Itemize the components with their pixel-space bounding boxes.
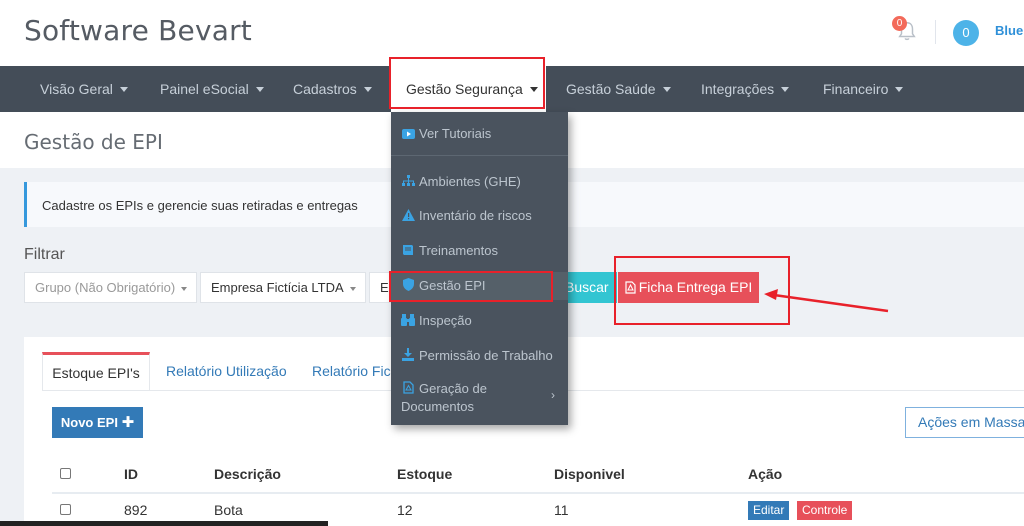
header-divider: [935, 20, 936, 44]
cell-descricao: Bota: [214, 502, 243, 518]
select-all-checkbox[interactable]: [60, 468, 71, 479]
file-pdf-icon: [625, 281, 636, 294]
controle-button[interactable]: Controle: [797, 501, 853, 520]
download-icon: [401, 344, 415, 370]
grupo-select[interactable]: Grupo (Não Obrigatório): [24, 272, 197, 303]
warning-icon: [401, 204, 415, 230]
horizontal-scrollbar[interactable]: [0, 521, 328, 526]
ficha-entrega-label: Ficha Entrega EPI: [638, 279, 753, 295]
menu-item-ambientes[interactable]: Ambientes (GHE): [391, 169, 568, 195]
caret-down-icon: [363, 86, 372, 92]
plus-icon: ✚: [121, 414, 135, 431]
caret-down-icon: [529, 86, 538, 92]
binoculars-icon: [401, 309, 415, 335]
cell-estoque: 12: [397, 502, 413, 518]
novo-epi-button[interactable]: Novo EPI ✚: [52, 407, 143, 438]
chevron-right-icon: ›: [551, 388, 555, 402]
main-nav: Visão Geral Painel eSocial Cadastros Ges…: [0, 66, 1024, 112]
nav-integracoes[interactable]: Integrações: [701, 66, 790, 112]
acoes-em-massa-label: Ações em Massa: [918, 414, 1024, 430]
caret-down-icon: [895, 86, 904, 92]
gestao-seguranca-dropdown: Ver Tutoriais Ambientes (GHE) Inventário…: [391, 112, 568, 425]
menu-item-treinamentos[interactable]: Treinamentos: [391, 238, 568, 264]
nav-label: Painel eSocial: [160, 81, 249, 97]
nav-gestao-saude[interactable]: Gestão Saúde: [566, 66, 671, 112]
nav-label: Gestão Saúde: [566, 81, 656, 97]
col-header-id[interactable]: ID: [124, 466, 138, 482]
user-count-badge[interactable]: 0: [953, 20, 979, 46]
menu-item-label: Permissão de Trabalho: [419, 348, 553, 363]
annotation-arrow: [764, 289, 889, 313]
novo-epi-label: Novo EPI: [60, 415, 118, 430]
menu-item-inventario-riscos[interactable]: Inventário de riscos: [391, 203, 568, 229]
user-name[interactable]: Blue: [995, 23, 1023, 38]
col-header-acao: Ação: [748, 466, 783, 482]
caret-down-icon: [181, 286, 188, 291]
editar-button[interactable]: Editar: [748, 501, 790, 520]
caret-down-icon: [255, 86, 264, 92]
col-header-descricao[interactable]: Descrição: [214, 466, 281, 482]
nav-label: Cadastros: [293, 81, 357, 97]
menu-item-permissao-trabalho[interactable]: Permissão de Trabalho: [391, 343, 568, 369]
filter-label: Filtrar: [24, 246, 65, 263]
nav-label: Visão Geral: [40, 81, 113, 97]
third-select-text: E: [380, 280, 389, 295]
menu-item-ver-tutoriais[interactable]: Ver Tutoriais: [391, 121, 568, 147]
empresa-select[interactable]: Empresa Fictícia LTDA: [200, 272, 366, 303]
ficha-entrega-button[interactable]: Ficha Entrega EPI: [618, 272, 759, 303]
cell-id: 892: [124, 502, 148, 518]
caret-down-icon: [119, 86, 128, 92]
menu-item-inspecao[interactable]: Inspeção: [391, 308, 568, 334]
caret-down-icon: [781, 86, 790, 92]
col-header-disponivel[interactable]: Disponivel: [554, 466, 625, 482]
brand-title[interactable]: Software Bevart: [24, 14, 252, 47]
alert-text: Cadastre os EPIs e gerencie suas retirad…: [42, 198, 358, 213]
tab-relatorio-ficha[interactable]: Relatório Fich: [312, 352, 398, 391]
shield-icon: [401, 273, 415, 301]
nav-visao-geral[interactable]: Visão Geral: [40, 66, 128, 112]
nav-cadastros[interactable]: Cadastros: [293, 66, 372, 112]
nav-label: Financeiro: [823, 81, 889, 97]
notification-badge: 0: [892, 16, 907, 31]
menu-item-label: Ver Tutoriais: [419, 126, 492, 141]
menu-item-label: Inspeção: [419, 313, 472, 328]
caret-down-icon: [349, 286, 356, 291]
nav-label: Integrações: [701, 81, 775, 97]
grupo-select-text: Grupo (Não Obrigatório): [35, 280, 176, 295]
menu-item-gestao-epi[interactable]: Gestão EPI: [391, 272, 568, 300]
notifications[interactable]: 0: [892, 16, 922, 46]
acoes-em-massa-button[interactable]: Ações em Massa ⌄: [905, 407, 1024, 438]
caret-down-icon: [662, 86, 671, 92]
menu-item-label: Geração de: [419, 381, 487, 396]
tab-relatorio-utilizacao[interactable]: Relatório Utilização: [166, 352, 287, 391]
page-title: Gestão de EPI: [24, 130, 163, 154]
sitemap-icon: [401, 170, 415, 196]
table-header-divider: [52, 492, 1024, 494]
col-header-estoque[interactable]: Estoque: [397, 466, 452, 482]
empresa-select-text: Empresa Fictícia LTDA: [211, 280, 344, 295]
top-header: Software Bevart 0 0 Blue: [0, 0, 1024, 66]
menu-divider: [391, 155, 568, 156]
menu-item-label: Ambientes (GHE): [419, 174, 521, 189]
youtube-icon: [401, 122, 415, 148]
book-icon: [401, 239, 415, 265]
nav-painel-esocial[interactable]: Painel eSocial: [160, 66, 264, 112]
tab-estoque[interactable]: Estoque EPI's: [42, 352, 150, 391]
nav-gestao-seguranca[interactable]: Gestão Segurança: [391, 66, 546, 112]
menu-item-label-line2: Documentos: [401, 399, 474, 415]
menu-item-label: Inventário de riscos: [419, 208, 532, 223]
menu-item-geracao-documentos[interactable]: Geração de Documentos: [391, 380, 568, 416]
row-checkbox[interactable]: [60, 504, 71, 515]
nav-label: Gestão Segurança: [406, 81, 523, 97]
nav-financeiro[interactable]: Financeiro: [823, 66, 904, 112]
file-pdf-icon: [401, 381, 415, 398]
cell-disponivel: 11: [554, 502, 569, 518]
menu-item-label: Gestão EPI: [419, 278, 486, 293]
menu-item-label: Treinamentos: [419, 243, 498, 258]
